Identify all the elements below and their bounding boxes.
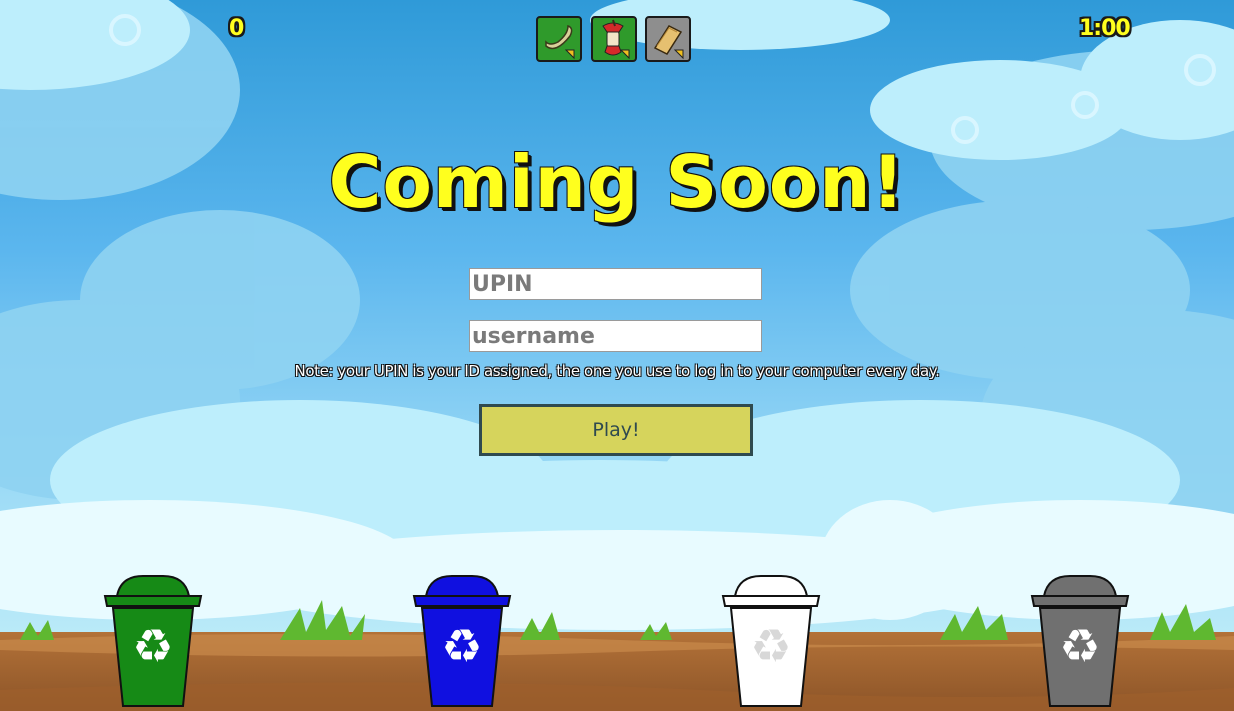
- banana-peel-icon: [545, 24, 575, 60]
- recycle-bin-gray: ♻: [1030, 575, 1130, 707]
- upin-note: Note: your UPIN is your ID assigned, the…: [294, 362, 940, 380]
- recycle-bin-green: ♻: [103, 575, 203, 707]
- username-input[interactable]: [469, 320, 762, 352]
- recycle-bin-blue: ♻: [412, 575, 512, 707]
- recycle-icon: ♻: [1059, 619, 1100, 673]
- recycle-icon: ♻: [750, 619, 791, 673]
- game-stage: 0 1:00 Coming Soon! Note: your UPIN is y…: [0, 0, 1234, 711]
- item-queue-apple-tile: [591, 16, 637, 62]
- recycle-icon: ♻: [441, 619, 482, 673]
- paper-stack-icon: [653, 25, 684, 60]
- item-queue-paper-tile: [645, 16, 691, 62]
- item-queue-banana-tile: [536, 16, 582, 62]
- play-button[interactable]: Play!: [479, 404, 753, 456]
- page-title: Coming Soon!: [328, 140, 906, 224]
- apple-core-icon: [602, 19, 630, 60]
- recycle-icon: ♻: [132, 619, 173, 673]
- timer: 1:00: [1079, 16, 1131, 41]
- score-counter: 0: [229, 16, 245, 41]
- upin-input[interactable]: [469, 268, 762, 300]
- recycle-bin-white: ♻: [721, 575, 821, 707]
